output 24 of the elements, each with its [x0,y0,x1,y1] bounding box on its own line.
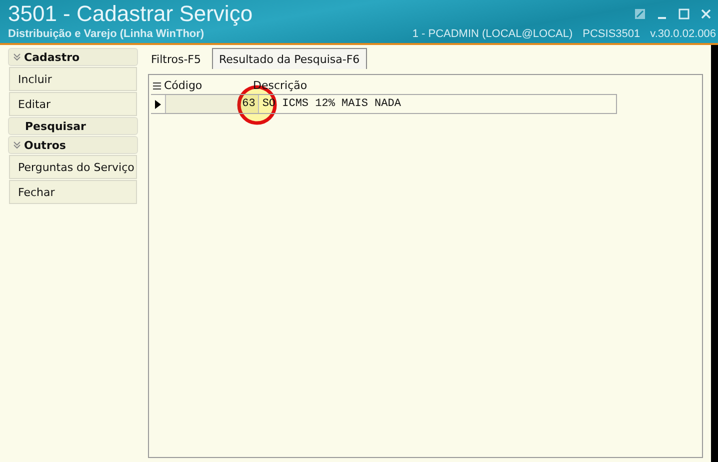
window-subtitle: Distribuição e Varejo (Linha WinThor) [8,28,204,40]
table-cell: 63 [166,95,260,113]
chevron-icon [13,53,21,61]
column-header[interactable]: Descrição [251,79,333,92]
sidebar-item[interactable]: Editar [9,92,137,116]
sidebar-group-header[interactable]: Pesquisar [8,117,138,135]
sidebar-group-header[interactable]: Cadastro [8,48,138,66]
maximize-icon[interactable] [678,8,690,20]
tab[interactable]: Filtros-F5 [144,49,208,69]
restore-icon[interactable] [634,8,646,20]
sidebar-item[interactable]: Perguntas do Serviço [9,155,137,179]
sidebar-item[interactable]: Incluir [9,67,137,91]
window-title: 3501 - Cadastrar Serviço [8,1,253,27]
row-pointer-icon [154,100,161,108]
version-label: v.30.0.02.006 [650,28,716,40]
column-menu-icon[interactable] [153,82,161,90]
close-icon[interactable] [700,8,712,20]
program-code: PCSIS3501 [582,28,640,40]
session-info: 1 - PCADMIN (LOCAL@LOCAL) [412,28,573,40]
chevron-icon [13,141,21,149]
sidebar-group-header[interactable]: Outros [8,136,138,154]
tab[interactable]: Resultado da Pesquisa-F6 [212,48,367,69]
column-header[interactable]: Código [151,79,251,92]
sidebar-item[interactable]: Fechar [9,180,137,204]
